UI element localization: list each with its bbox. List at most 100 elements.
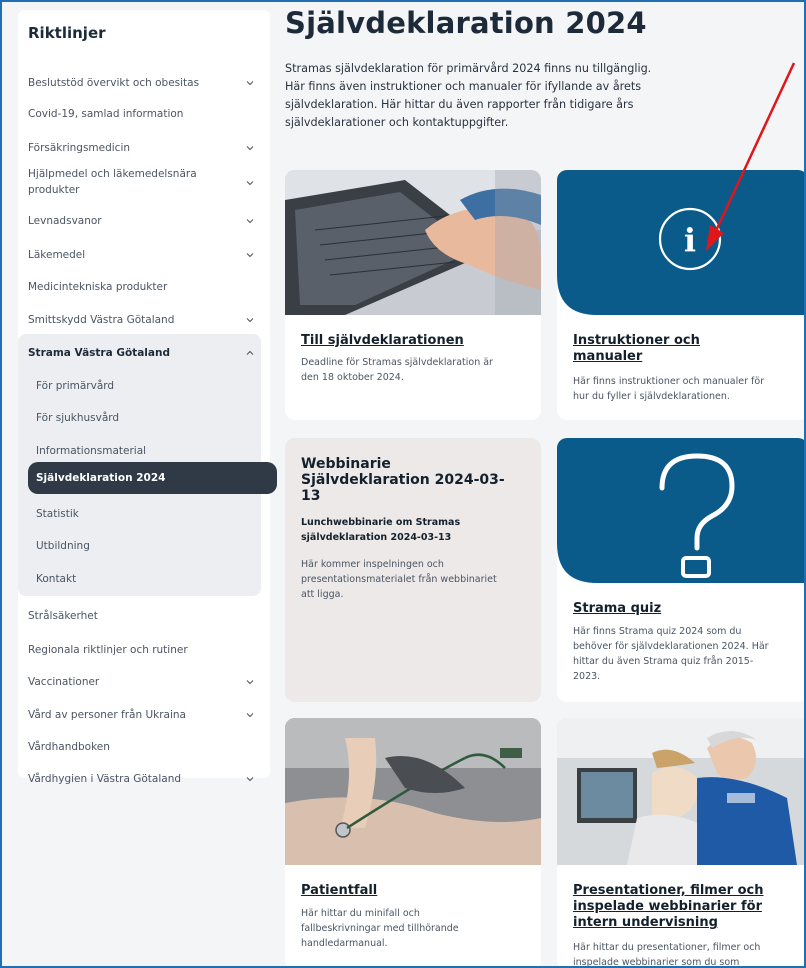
intro-line: Här finns även instruktioner och manuale… [285, 80, 642, 93]
card-title[interactable]: intern undervisning [573, 914, 718, 931]
sidebar-item-label: För sjukhusvård [36, 412, 120, 424]
card-desc: Här finns instruktioner och manualer för [573, 376, 765, 387]
card-title[interactable]: Strama quiz [573, 600, 661, 617]
card-desc: fallbeskrivningar med tillhörande [301, 923, 459, 934]
sidebar-item-label: Vårdhygien i Västra Götaland [28, 773, 182, 785]
patient-exam-image [285, 718, 541, 865]
sidebar-item-vardhygien[interactable]: Vårdhygien i Västra Götaland [18, 772, 270, 786]
sidebar-item-informationsmaterial[interactable]: Informationsmaterial [18, 444, 270, 458]
sidebar-item-label: Vaccinationer [28, 676, 100, 688]
sidebar-title: Riktlinjer [28, 24, 106, 42]
sidebar-item-label: Vård av personer från Ukraina [28, 709, 186, 721]
chevron-down-icon[interactable] [246, 316, 254, 324]
card-title[interactable]: Presentationer, filmer och [573, 882, 763, 899]
card-desc: Här hittar du minifall och [301, 908, 420, 919]
sidebar-item-label: Utbildning [36, 540, 90, 552]
sidebar-item-vardhandboken[interactable]: Vårdhandboken [18, 740, 270, 754]
card-title[interactable]: Självdeklaration 2024-03- [301, 472, 505, 489]
card-desc: inspelade webbinarier som du som [573, 957, 740, 968]
sidebar-item-covid[interactable]: Covid-19, samlad information [18, 107, 270, 121]
card-desc: hur du fyller i självdeklarationen. [573, 391, 730, 402]
card-title[interactable]: Till självdeklarationen [301, 332, 464, 349]
chevron-down-icon[interactable] [246, 775, 254, 783]
card-desc: presentationsmaterialet från webbinariet [301, 574, 497, 585]
sidebar-item-lakemedel[interactable]: Läkemedel [18, 248, 270, 262]
card-desc: Här kommer inspelningen och [301, 559, 444, 570]
sidebar-item-label: Strama Västra Götaland [28, 347, 170, 359]
doctors-computer-image [557, 718, 804, 865]
sidebar-item-label: Försäkringsmedicin [28, 142, 131, 154]
card-webbinarie[interactable]: Webbinarie Självdeklaration 2024-03- 13 … [285, 438, 541, 702]
chevron-down-icon[interactable] [246, 179, 254, 187]
sidebar-item-overvikt[interactable]: Beslutstöd övervikt och obesitas [18, 76, 270, 90]
sidebar-item-strama[interactable]: Strama Västra Götaland [18, 346, 270, 360]
sidebar-item-label: Smittskydd Västra Götaland [28, 314, 175, 326]
card-desc: behöver för självdeklarationen 2024. Här [573, 641, 769, 652]
sidebar-item-label: Statistik [36, 508, 79, 520]
card-till-sjalvdeklarationen[interactable]: Till självdeklarationen Deadline för Str… [285, 170, 541, 420]
sidebar-item-label: Regionala riktlinjer och rutiner [28, 644, 188, 656]
sidebar-nav: Riktlinjer Beslutstöd övervikt och obesi… [18, 10, 277, 785]
card-presentationer[interactable]: Presentationer, filmer och inspelade web… [557, 718, 804, 968]
sidebar-item-sjalvdeklaration[interactable]: Självdeklaration 2024 [18, 471, 270, 485]
sidebar-item-vaccinationer[interactable]: Vaccinationer [18, 675, 270, 689]
sidebar-item-label: Läkemedel [28, 249, 86, 261]
card-strama-quiz[interactable]: Strama quiz Här finns Strama quiz 2024 s… [557, 438, 804, 702]
card-desc: handledarmanual. [301, 938, 388, 949]
card-desc: den 18 oktober 2024. [301, 372, 404, 383]
sidebar-item-label: Levnadsvanor [28, 215, 102, 227]
sidebar-item-label: Covid-19, samlad information [28, 108, 184, 120]
sidebar-item-label: Informationsmaterial [36, 445, 147, 457]
page-title: Självdeklaration 2024 [285, 6, 647, 40]
sidebar-item-label: Självdeklaration 2024 [36, 472, 166, 484]
card-subtitle: Lunchwebbinarie om Stramas [301, 517, 461, 528]
sidebar-item-hjalpmedel[interactable]: Hjälpmedel och läkemedelsnära produkter [18, 168, 270, 198]
card-desc: att ligga. [301, 589, 344, 600]
sidebar-item-label: Vårdhandboken [28, 741, 110, 753]
card-desc: Här finns Strama quiz 2024 som du [573, 626, 742, 637]
sidebar-item-kontakt[interactable]: Kontakt [18, 572, 270, 586]
laptop-typing-image [285, 170, 541, 315]
annotation-arrow [706, 62, 796, 251]
chevron-up-icon[interactable] [246, 349, 254, 357]
sidebar-item-label-line2: produkter [28, 184, 80, 196]
question-banner [557, 438, 804, 583]
card-desc: Deadline för Stramas självdeklaration är [301, 357, 493, 368]
sidebar-item-levnadsvanor[interactable]: Levnadsvanor [18, 214, 270, 228]
card-desc: hittar du även Strama quiz från 2015- [573, 656, 754, 667]
sidebar-item-primarvard[interactable]: För primärvård [18, 379, 270, 393]
card-desc: Här hittar du presentationer, filmer och [573, 942, 761, 953]
sidebar-item-ukraina[interactable]: Vård av personer från Ukraina [18, 708, 270, 722]
intro-line: självdeklaration. Här hittar du även rap… [285, 98, 634, 111]
sidebar-item-forsakringsmedicin[interactable]: Försäkringsmedicin [18, 141, 270, 155]
chevron-down-icon[interactable] [246, 217, 254, 225]
sidebar-item-utbildning[interactable]: Utbildning [18, 539, 270, 553]
chevron-down-icon[interactable] [246, 144, 254, 152]
card-title[interactable]: inspelade webbinarier för [573, 898, 762, 915]
card-title[interactable]: 13 [301, 488, 320, 505]
intro-line: självdeklarationer och kontaktuppgifter. [285, 116, 509, 129]
sidebar-item-statistik[interactable]: Statistik [18, 507, 270, 521]
chevron-down-icon[interactable] [246, 678, 254, 686]
card-patientfall[interactable]: Patientfall Här hittar du minifall och f… [285, 718, 541, 966]
chevron-down-icon[interactable] [246, 79, 254, 87]
sidebar-item-regionala[interactable]: Regionala riktlinjer och rutiner [18, 643, 270, 657]
sidebar-item-label: Hjälpmedel och läkemedelsnära [28, 168, 197, 180]
sidebar-item-smittskydd[interactable]: Smittskydd Västra Götaland [18, 313, 270, 327]
card-title[interactable]: Patientfall [301, 882, 377, 899]
sidebar-item-label: För primärvård [36, 380, 115, 392]
card-title[interactable]: Webbinarie [301, 456, 391, 473]
sidebar-item-sjukhusvard[interactable]: För sjukhusvård [18, 411, 270, 425]
sidebar-item-label: Beslutstöd övervikt och obesitas [28, 77, 200, 89]
sidebar-item-stralsakerhet[interactable]: Strålsäkerhet [18, 609, 270, 623]
chevron-down-icon[interactable] [246, 251, 254, 259]
page-frame: Riktlinjer Beslutstöd övervikt och obesi… [0, 0, 806, 968]
intro-line: Stramas självdeklaration för primärvård … [285, 62, 652, 75]
intro-text: Stramas självdeklaration för primärvård … [285, 60, 755, 132]
sidebar-item-label: Strålsäkerhet [28, 610, 98, 622]
card-title[interactable]: manualer [573, 348, 642, 365]
chevron-down-icon[interactable] [246, 711, 254, 719]
card-subtitle: självdeklaration 2024-03-13 [301, 532, 452, 543]
sidebar-item-medicintekniska[interactable]: Medicintekniska produkter [18, 280, 270, 294]
card-title[interactable]: Instruktioner och [573, 332, 700, 349]
